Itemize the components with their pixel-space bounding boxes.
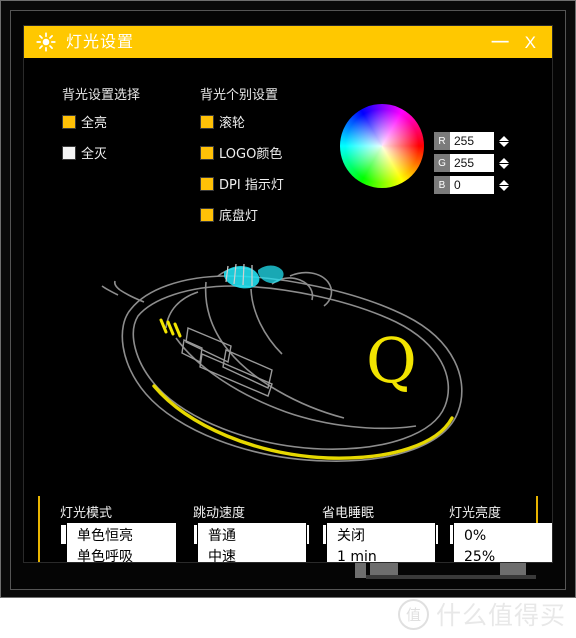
window-titlebar: 灯光设置 — X [24, 26, 552, 58]
watermark-text: 什么值得买 [435, 601, 566, 630]
checkbox-wheel[interactable] [200, 114, 214, 129]
label-brightness: 灯光亮度 [449, 506, 502, 521]
sun-icon [36, 32, 56, 52]
checkbox-row-logo[interactable]: LOGO颜色 [200, 143, 284, 162]
label-sleep: 省电睡眠 [322, 506, 375, 521]
option-item[interactable]: 单色恒亮 [67, 526, 176, 547]
lighting-settings-window: 灯光设置 — X 背光设置选择 全亮 全灭 背光个别设置 滚轮 LOGO颜色 D… [24, 26, 552, 562]
window-buttons: — X [492, 32, 542, 51]
backlight-preset-group: 背光设置选择 全亮 全灭 [62, 84, 140, 174]
checkbox-row-dpi[interactable]: DPI 指示灯 [200, 174, 284, 193]
checkbox-logo[interactable] [200, 145, 214, 160]
field-speed: 跳动速度 普通 普通 中速 高速 20 bpm 40 bpm 80 bpm 12… [193, 502, 310, 562]
checkbox-bottom[interactable] [200, 207, 214, 222]
control-frame-left [38, 496, 40, 562]
rgb-input-r[interactable]: 255 [450, 132, 494, 150]
rgb-row-g: G 255 [434, 154, 510, 172]
checkbox-label-dpi: DPI 指示灯 [219, 178, 284, 193]
mouse-logo-text: Q [366, 324, 417, 397]
mouse-preview: Q [76, 254, 506, 484]
label-speed: 跳动速度 [193, 506, 246, 521]
checkbox-label-wheel: 滚轮 [219, 116, 246, 131]
backlight-zones-group: 背光个别设置 滚轮 LOGO颜色 DPI 指示灯 底盘灯 [200, 84, 284, 236]
rgb-spinner-r[interactable] [497, 132, 510, 150]
rgb-panel: R 255 G 255 B 0 [434, 132, 510, 198]
dropdown-options-sleep[interactable]: 关闭 1 min 5 min 10 min 15 min 20 min 25 m… [326, 523, 436, 562]
field-sleep: 省电睡眠 关闭 关闭 1 min 5 min 10 min 15 min 20 … [322, 502, 439, 562]
dropdown-options-light-mode[interactable]: 单色恒亮 单色呼吸 单色跳动 多彩循环 [66, 523, 177, 562]
watermark: 值 什么值得买 [397, 596, 566, 632]
option-item[interactable]: 单色呼吸 [67, 547, 176, 562]
rgb-row-r: R 255 [434, 132, 510, 150]
rgb-spinner-b[interactable] [497, 176, 510, 194]
bottom-controls-strip: 灯光模式 单色跳动 单色恒亮 单色呼吸 单色跳动 多彩循环 跳动速度 [38, 496, 552, 562]
option-item[interactable]: 0% [454, 526, 552, 547]
option-item[interactable]: 中速 [198, 547, 306, 562]
checkbox-label-all-on: 全亮 [81, 116, 108, 131]
backlight-preset-title: 背光设置选择 [62, 88, 141, 103]
screenshot-root: 灯光设置 — X 背光设置选择 全亮 全灭 背光个别设置 滚轮 LOGO颜色 D… [0, 0, 576, 638]
option-item[interactable]: 1 min [327, 547, 435, 562]
checkbox-row-all-off[interactable]: 全灭 [62, 143, 140, 162]
option-item[interactable]: 普通 [198, 526, 306, 547]
checkbox-dpi[interactable] [200, 176, 214, 191]
rgb-input-b[interactable]: 0 [450, 176, 494, 194]
rgb-spinner-g[interactable] [497, 154, 510, 172]
rgb-tag-r: R [434, 132, 450, 150]
window-body: 背光设置选择 全亮 全灭 背光个别设置 滚轮 LOGO颜色 DPI 指示灯 底盘… [24, 58, 552, 562]
rgb-input-g[interactable]: 255 [450, 154, 494, 172]
checkbox-label-all-off: 全灭 [81, 147, 108, 162]
checkbox-all-off[interactable] [62, 145, 76, 160]
option-item[interactable]: 25% [454, 547, 552, 562]
rgb-row-b: B 0 [434, 176, 510, 194]
backlight-zones-title: 背光个别设置 [200, 88, 279, 103]
rgb-tag-b: B [434, 176, 450, 194]
watermark-badge: 值 [397, 598, 429, 630]
dropdown-options-brightness[interactable]: 0% 25% 50% 75% 100% [453, 523, 552, 562]
checkbox-row-all-on[interactable]: 全亮 [62, 112, 140, 131]
checkbox-label-bottom: 底盘灯 [219, 209, 259, 224]
window-title: 灯光设置 [66, 32, 135, 51]
close-button[interactable]: X [525, 34, 536, 51]
checkbox-all-on[interactable] [62, 114, 76, 129]
field-light-mode: 灯光模式 单色跳动 单色恒亮 单色呼吸 单色跳动 多彩循环 [60, 502, 177, 562]
label-light-mode: 灯光模式 [60, 506, 113, 521]
minimize-button[interactable]: — [492, 32, 509, 49]
option-item[interactable]: 关闭 [327, 526, 435, 547]
rgb-tag-g: G [434, 154, 450, 172]
checkbox-row-bottom[interactable]: 底盘灯 [200, 205, 284, 224]
checkbox-label-logo: LOGO颜色 [219, 147, 283, 162]
dropdown-options-speed[interactable]: 普通 中速 高速 20 bpm 40 bpm 80 bpm 120 bpm 15… [197, 523, 307, 562]
color-wheel[interactable] [340, 104, 424, 188]
background-bar [366, 575, 536, 579]
field-brightness: 灯光亮度 100% 0% 25% 50% 75% 100% [449, 502, 552, 562]
checkbox-row-wheel[interactable]: 滚轮 [200, 112, 284, 131]
